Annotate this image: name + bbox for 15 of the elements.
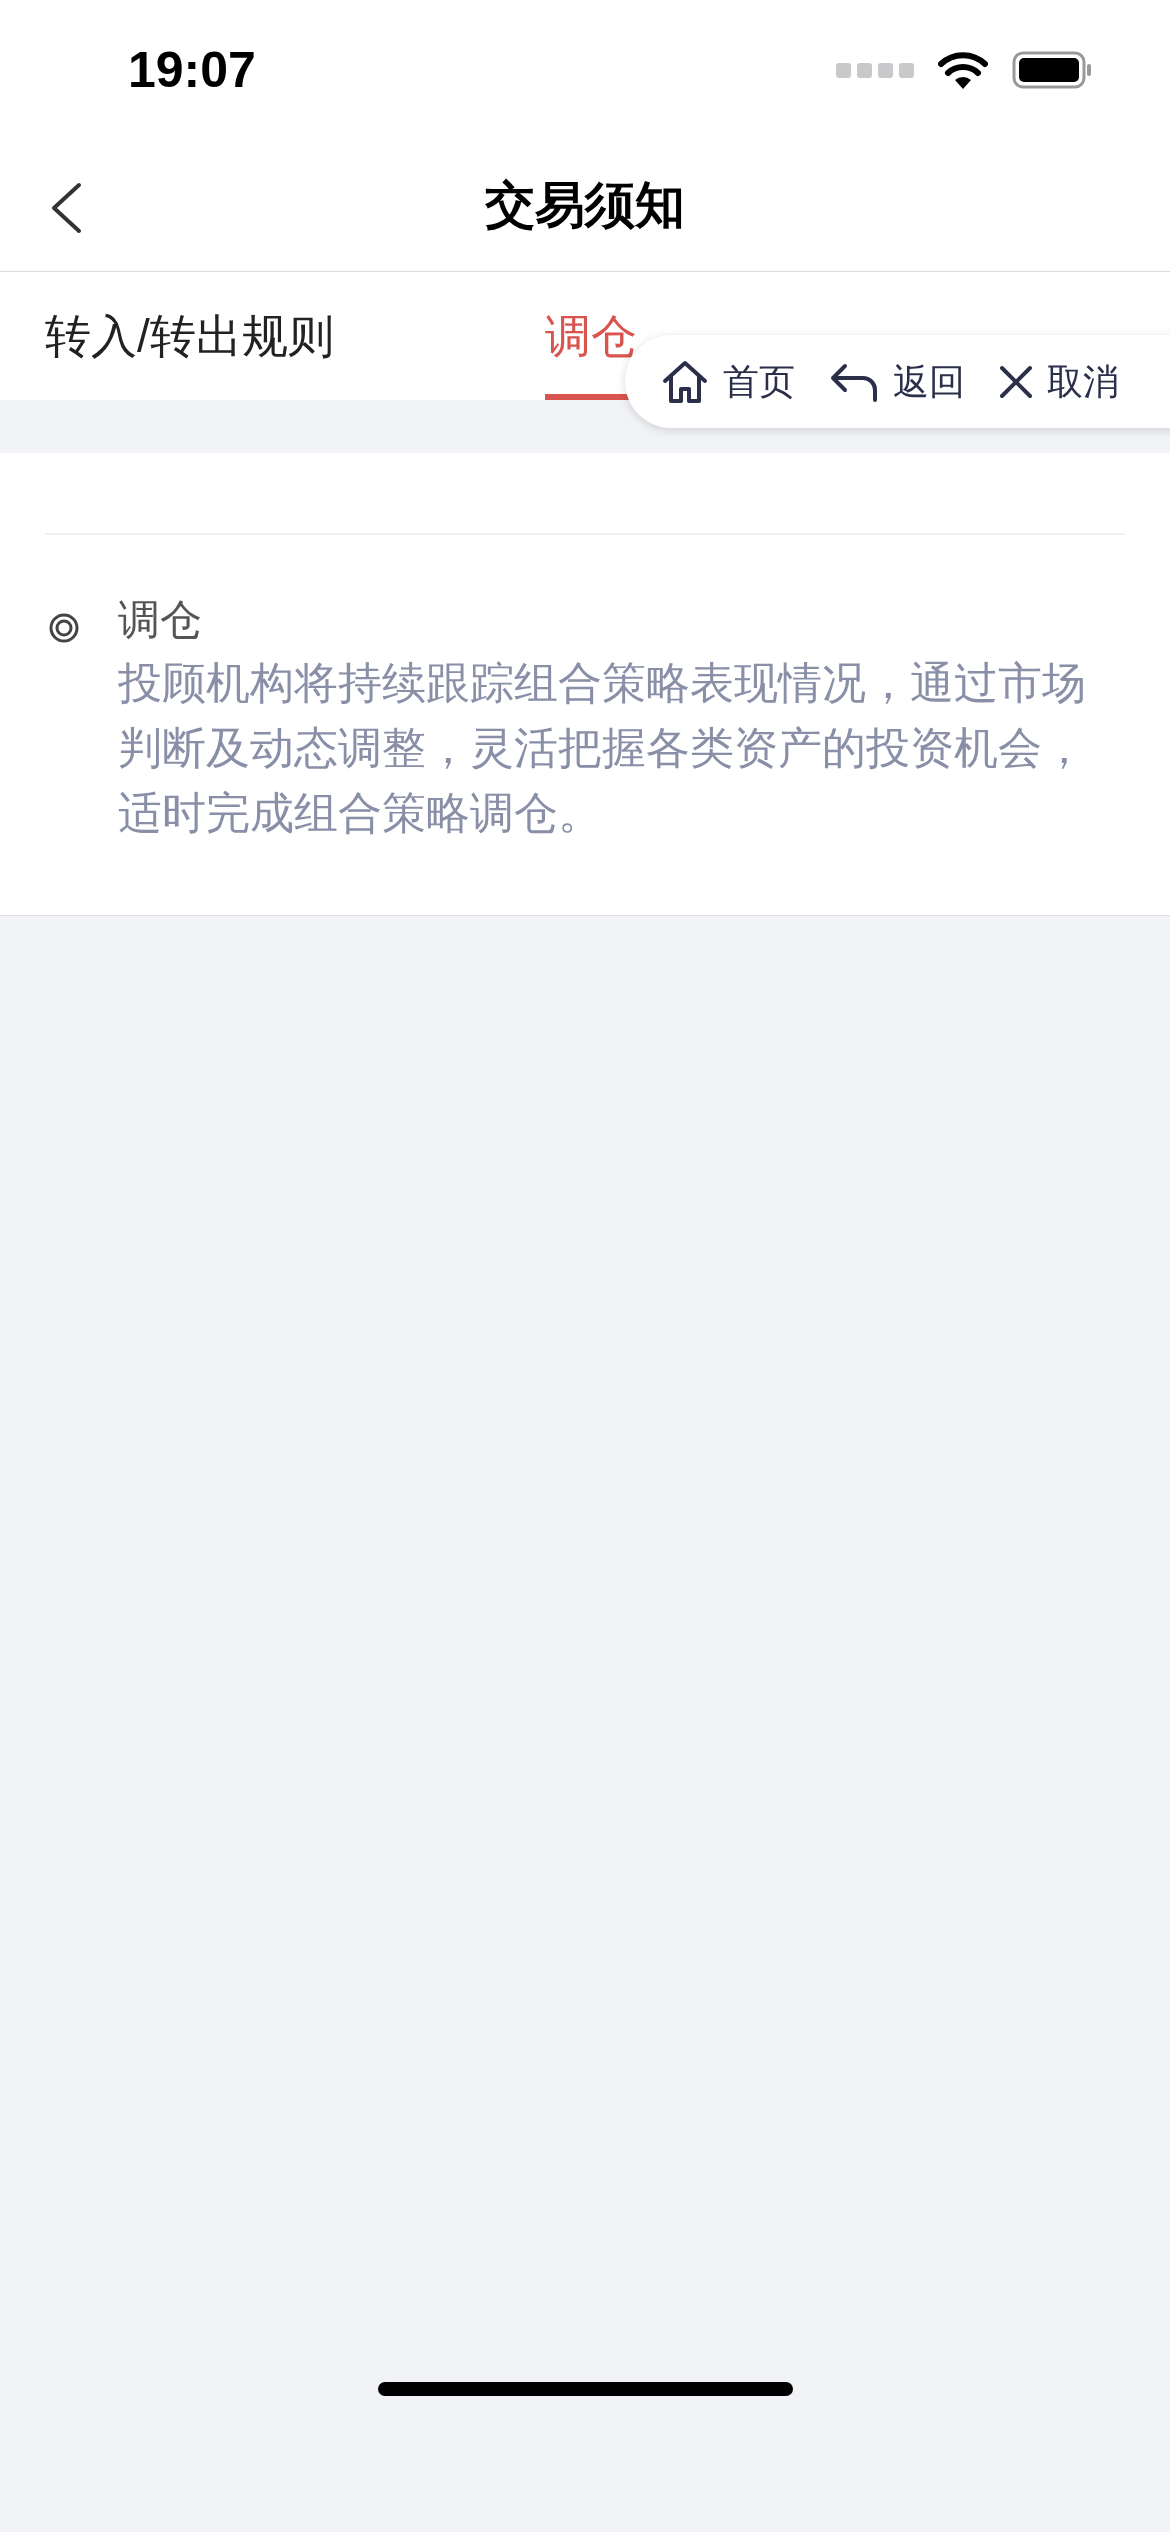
section-description: 投顾机构将持续跟踪组合策略表现情况，通过市场判断及动态调整，灵活把握各类资产的投资机会，适时完成组合策略调仓。 [118,657,1087,839]
page-title: 交易须知 [485,176,685,235]
menu-item[interactable]: 取消 [999,354,1119,409]
status-time: 19:07 [128,40,256,100]
signal-icon [836,61,914,79]
home-icon [661,358,709,405]
section-heading: 调仓 [118,595,203,645]
undo-arrow-icon [829,361,879,402]
target-icon [48,612,80,644]
menu-item[interactable]: 返回 [829,354,965,409]
battery-icon [1012,51,1092,89]
back-icon[interactable] [50,182,82,234]
close-icon [999,364,1033,399]
wifi-icon [938,51,988,89]
tab[interactable]: 转入/转出规则 [45,272,545,400]
